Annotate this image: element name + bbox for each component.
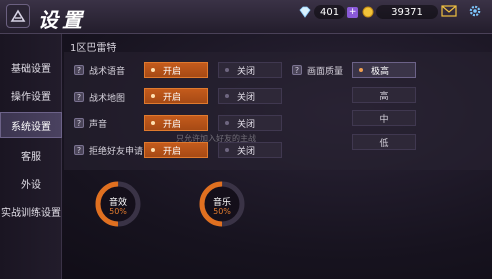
help-icon[interactable]: ? xyxy=(74,145,84,155)
setting-label: 声音 xyxy=(89,119,108,130)
tactical-voice-off-button[interactable]: 关闭 xyxy=(218,62,282,78)
tactical-map-off-button[interactable]: 关闭 xyxy=(218,88,282,104)
sidebar-item-label: 基础设置 xyxy=(11,63,51,75)
quality-option-medium[interactable]: 中 xyxy=(352,110,416,126)
quality-label: 画面质量 xyxy=(307,66,344,77)
quality-option-low[interactable]: 低 xyxy=(352,134,416,150)
setting-label: 战术地图 xyxy=(89,93,126,104)
page-title: 设置 xyxy=(38,8,86,32)
sidebar-item-support[interactable]: 客服 xyxy=(0,142,62,168)
diamond-count: 401 xyxy=(320,6,340,18)
help-icon[interactable]: ? xyxy=(292,65,302,75)
gold-coin-icon xyxy=(362,6,374,18)
reject-friend-on-button[interactable]: 开启 xyxy=(144,142,208,158)
sidebar-item-label: 客服 xyxy=(21,151,41,163)
option-label: 关闭 xyxy=(237,66,256,77)
quality-option-ultra[interactable]: 极高 xyxy=(352,62,416,78)
tactical-voice-on-button[interactable]: 开启 xyxy=(144,62,208,78)
dial-value: 50% xyxy=(213,207,231,216)
sidebar-item-label: 外设 xyxy=(21,179,41,191)
tactical-map-on-button[interactable]: 开启 xyxy=(144,88,208,104)
diamond-counter: 401 + xyxy=(298,4,359,20)
gold-count: 39371 xyxy=(391,6,423,18)
top-bar: 设置 401 + 39371 xyxy=(0,0,492,34)
sidebar-item-basic[interactable]: 基础设置 xyxy=(0,54,62,80)
add-diamond-button[interactable]: + xyxy=(347,6,359,18)
sidebar-item-system[interactable]: 系统设置 xyxy=(0,112,62,138)
diamond-icon xyxy=(299,6,311,18)
sidebar-item-controls[interactable]: 操作设置 xyxy=(0,82,62,108)
help-icon[interactable]: ? xyxy=(74,92,84,102)
option-label: 关闭 xyxy=(237,92,256,103)
sound-on-button[interactable]: 开启 xyxy=(144,115,208,131)
sidebar: 基础设置 操作设置 系统设置 客服 外设 实战训练设置 xyxy=(0,34,62,279)
mail-button[interactable] xyxy=(440,3,458,19)
back-arrow-icon xyxy=(10,9,26,22)
setting-label: 拒绝好友申请 xyxy=(89,146,144,157)
help-icon[interactable]: ? xyxy=(74,65,84,75)
reject-friend-off-button[interactable]: 关闭 xyxy=(218,142,282,158)
back-button[interactable] xyxy=(6,4,30,28)
option-label: 关闭 xyxy=(237,119,256,130)
option-label: 开启 xyxy=(163,119,182,130)
dial-value: 50% xyxy=(109,207,127,216)
option-label: 关闭 xyxy=(237,146,256,157)
help-icon[interactable]: ? xyxy=(74,118,84,128)
sound-off-button[interactable]: 关闭 xyxy=(218,115,282,131)
toast-message: 只允许加入好友的主战 xyxy=(176,134,256,143)
option-label: 高 xyxy=(379,91,389,102)
quality-option-high[interactable]: 高 xyxy=(352,87,416,103)
mail-icon xyxy=(441,5,457,17)
gear-icon xyxy=(469,5,481,17)
gold-counter: 39371 xyxy=(362,4,438,20)
option-label: 中 xyxy=(379,114,389,125)
option-label: 极高 xyxy=(371,66,390,77)
sidebar-item-peripherals[interactable]: 外设 xyxy=(0,170,62,196)
option-label: 开启 xyxy=(163,146,182,157)
settings-button[interactable] xyxy=(466,3,484,19)
sidebar-item-training[interactable]: 实战训练设置 xyxy=(0,198,62,224)
option-label: 低 xyxy=(379,138,389,149)
option-label: 开启 xyxy=(163,92,182,103)
sidebar-item-label: 操作设置 xyxy=(11,91,51,103)
sfx-volume-dial[interactable]: 音效 50% xyxy=(94,180,142,228)
sidebar-item-label: 系统设置 xyxy=(11,121,51,133)
option-label: 开启 xyxy=(163,66,182,77)
sidebar-item-label: 实战训练设置 xyxy=(1,207,61,219)
music-volume-dial[interactable]: 音乐 50% xyxy=(198,180,246,228)
setting-label: 战术语音 xyxy=(89,66,126,77)
